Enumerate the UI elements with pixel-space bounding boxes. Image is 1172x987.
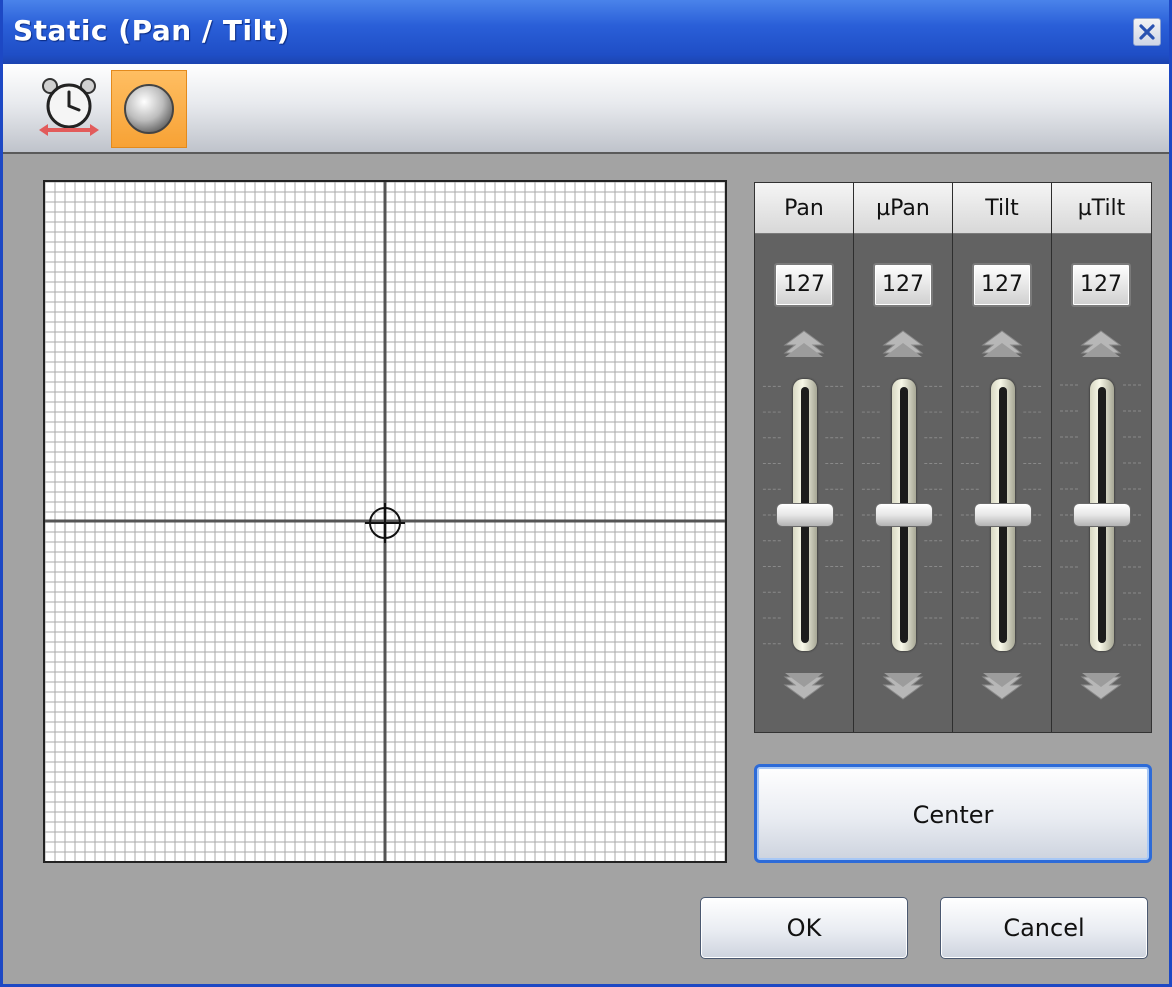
arrow-down-icon[interactable] [1076,663,1126,703]
fader-value-field[interactable]: 127 [774,263,834,307]
dialog-window: Static (Pan / Tilt) Pan 127 µPan 127 Til… [0,0,1172,987]
arrow-up-icon[interactable] [977,327,1027,367]
arrow-up-icon[interactable] [779,327,829,367]
fader-thumb[interactable] [974,503,1032,527]
arrow-down-icon[interactable] [977,663,1027,703]
fader-panel: Pan 127 µPan 127 Tilt 127 µTilt 127 [754,182,1152,733]
fader-label: Tilt [953,183,1051,234]
fader-thumb[interactable] [875,503,933,527]
pan-tilt-grid[interactable] [43,180,727,863]
close-button[interactable] [1133,18,1161,46]
alarm-clock-icon [39,78,99,136]
fader-column: Pan 127 [755,183,854,732]
fader-label: µTilt [1052,183,1151,234]
toolbar [3,64,1169,154]
fader-label: Pan [755,183,853,234]
toolbar-button-static[interactable] [111,70,187,148]
arrow-down-icon[interactable] [878,663,928,703]
fader-value-field[interactable]: 127 [873,263,933,307]
fader-column: µPan 127 [854,183,953,732]
fader-thumb[interactable] [776,503,834,527]
fader-thumb[interactable] [1073,503,1131,527]
ok-button[interactable]: OK [700,897,908,959]
title-bar[interactable]: Static (Pan / Tilt) [3,0,1169,64]
sphere-icon [124,84,174,134]
arrow-up-icon[interactable] [1076,327,1126,367]
crosshair-icon[interactable] [365,503,405,543]
cancel-button[interactable]: Cancel [940,897,1148,959]
close-icon [1139,24,1155,40]
window-title: Static (Pan / Tilt) [13,14,290,47]
arrow-up-icon[interactable] [878,327,928,367]
fader-column: Tilt 127 [953,183,1052,732]
center-button[interactable]: Center [754,764,1152,863]
fader-value-field[interactable]: 127 [1071,263,1131,307]
fader-value-field[interactable]: 127 [972,263,1032,307]
fader-column: µTilt 127 [1052,183,1151,732]
arrow-down-icon[interactable] [779,663,829,703]
toolbar-button-timing[interactable] [31,70,107,148]
fader-label: µPan [854,183,952,234]
